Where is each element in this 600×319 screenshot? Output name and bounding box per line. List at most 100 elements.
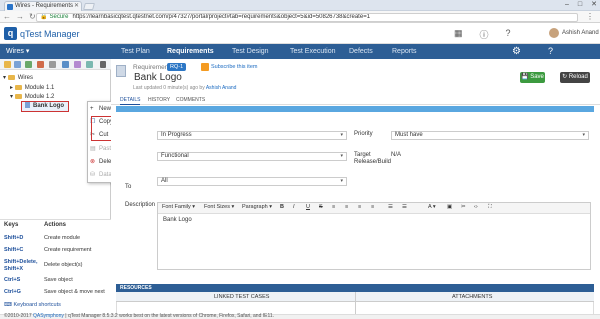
tab-details[interactable]: DETAILS bbox=[120, 97, 141, 105]
new-tab-button[interactable] bbox=[83, 3, 95, 10]
keyboard-shortcuts-link[interactable]: ⌨ Keyboard shortcuts bbox=[4, 302, 61, 308]
align-right-icon[interactable]: ≡ bbox=[358, 204, 361, 210]
collapse-toggle-icon[interactable]: ▾ bbox=[10, 94, 13, 100]
underline-icon[interactable]: U bbox=[306, 204, 310, 210]
nav-requirements[interactable]: Requirements bbox=[167, 48, 214, 55]
minimize-icon[interactable]: – bbox=[565, 0, 569, 11]
align-left-icon[interactable]: ≡ bbox=[332, 204, 335, 210]
description-label: Description bbox=[125, 202, 156, 208]
target-release-label: Target Release/Build bbox=[354, 152, 392, 165]
chevron-down-icon: ▾ bbox=[582, 132, 585, 138]
text-color-icon[interactable]: A ▾ bbox=[428, 204, 436, 210]
avatar[interactable] bbox=[549, 28, 559, 38]
font-size-dropdown[interactable]: Font Sizes ▾ bbox=[204, 204, 234, 210]
requirement-icon bbox=[25, 102, 30, 109]
save-icon: 💾 bbox=[521, 74, 531, 80]
maximize-icon[interactable]: □ bbox=[578, 0, 582, 11]
gear-icon[interactable]: ⚙ bbox=[512, 46, 521, 57]
actions-header: Actions bbox=[44, 222, 67, 228]
requirement-title[interactable]: Bank Logo bbox=[134, 72, 182, 83]
tree-module-1-1[interactable]: ▸ Module 1.1 bbox=[10, 84, 54, 91]
refresh-tree-icon[interactable] bbox=[62, 61, 69, 68]
collapse-toggle-icon[interactable]: ▾ bbox=[3, 75, 6, 81]
key-row: Shift+Delete, Shift+X Delete object(s) bbox=[4, 259, 83, 272]
image-icon[interactable]: ▣ bbox=[447, 204, 452, 210]
data-query-icon: ⛁ bbox=[90, 172, 96, 178]
bullet-list-icon[interactable]: ☰ bbox=[388, 204, 393, 210]
description-text[interactable]: Bank Logo bbox=[163, 217, 192, 223]
reload-button[interactable]: ↻ Reload bbox=[560, 72, 590, 83]
reload-page-icon[interactable]: ↻ bbox=[29, 12, 36, 21]
info-icon[interactable]: ⓘ bbox=[480, 28, 489, 41]
app-logo[interactable]: q qTest Manager bbox=[4, 27, 80, 40]
keys-header: Keys bbox=[4, 222, 19, 228]
close-window-icon[interactable]: ✕ bbox=[591, 0, 597, 11]
bold-icon[interactable]: B bbox=[280, 204, 284, 210]
new-module-icon[interactable] bbox=[4, 61, 11, 68]
priority-label: Priority bbox=[354, 131, 373, 137]
target-release-value: N/A bbox=[391, 152, 402, 158]
paste-icon: ▤ bbox=[90, 146, 96, 152]
nav-reports[interactable]: Reports bbox=[392, 48, 417, 55]
italic-icon[interactable]: I bbox=[293, 204, 295, 210]
font-family-dropdown[interactable]: Font Family ▾ bbox=[162, 204, 195, 210]
last-updated: Last updated 0 minute(s) ago by Ashish A… bbox=[133, 85, 237, 91]
panel-toggle-icon[interactable] bbox=[100, 61, 106, 68]
paragraph-dropdown[interactable]: Paragraph ▾ bbox=[242, 204, 272, 210]
project-selector[interactable]: Wires ▾ bbox=[6, 47, 29, 55]
import-icon[interactable] bbox=[25, 61, 32, 68]
help-icon[interactable]: ? bbox=[506, 28, 511, 41]
resources-title: RESOURCES bbox=[120, 285, 152, 291]
expand-icon[interactable] bbox=[74, 61, 81, 68]
browser-menu-icon[interactable]: ⋮ bbox=[586, 12, 594, 21]
apps-grid-icon[interactable]: ▦ bbox=[454, 28, 463, 41]
nav-test-plan[interactable]: Test Plan bbox=[121, 48, 150, 55]
tab-history[interactable]: HISTORY bbox=[148, 97, 170, 103]
folder-icon bbox=[14, 84, 22, 90]
nav-defects[interactable]: Defects bbox=[349, 48, 373, 55]
fullscreen-icon[interactable]: ⛶ bbox=[488, 204, 492, 211]
close-tab-icon[interactable]: ✕ bbox=[74, 2, 79, 11]
numbered-list-icon[interactable]: ☰ bbox=[402, 204, 407, 210]
user-name[interactable]: Ashish Anand bbox=[562, 30, 599, 36]
url-input[interactable]: 🔒 Secure https://learnbasicqtest.qtestnet.… bbox=[36, 13, 578, 22]
folder-icon bbox=[7, 74, 15, 80]
priority-select[interactable]: Must have ▾ bbox=[391, 131, 589, 140]
back-icon[interactable]: ← bbox=[3, 12, 11, 21]
forward-icon[interactable]: → bbox=[16, 12, 24, 21]
type-select[interactable]: Functional ▾ bbox=[157, 152, 347, 161]
last-updated-user[interactable]: Ashish Anand bbox=[206, 85, 237, 91]
status-select[interactable]: In Progress ▾ bbox=[157, 131, 347, 140]
browser-tab[interactable]: Wires - Requirements ✕ bbox=[4, 1, 82, 11]
align-justify-icon[interactable]: ≡ bbox=[371, 204, 374, 210]
delete-toolbar-icon[interactable] bbox=[37, 61, 44, 68]
tree-item-bank-logo[interactable]: Bank Logo bbox=[21, 101, 69, 112]
help-circle-icon[interactable]: ? bbox=[548, 46, 553, 56]
app-logo-text: qTest Manager bbox=[20, 28, 80, 39]
url-text: https://learnbasicqtest.qtestnet.com/p/4… bbox=[72, 14, 371, 20]
delete-icon: ⊗ bbox=[90, 159, 96, 165]
collapse-icon[interactable] bbox=[86, 61, 93, 68]
expand-toggle-icon[interactable]: ▸ bbox=[10, 85, 13, 91]
new-requirement-icon[interactable] bbox=[14, 61, 21, 68]
strikethrough-icon[interactable]: S bbox=[319, 204, 323, 210]
requirement-id-badge[interactable]: RQ-1 bbox=[167, 63, 187, 71]
resources-bar: RESOURCES bbox=[116, 284, 594, 292]
save-button[interactable]: 💾 Save bbox=[520, 72, 545, 83]
tree-module-1-2[interactable]: ▾ Module 1.2 bbox=[10, 93, 54, 100]
tab-comments[interactable]: COMMENTS bbox=[176, 97, 205, 103]
link-icon[interactable]: ✂ bbox=[461, 204, 466, 210]
nav-test-execution[interactable]: Test Execution bbox=[290, 48, 336, 55]
nav-test-design[interactable]: Test Design bbox=[232, 48, 269, 55]
resources-divider bbox=[355, 292, 356, 314]
align-center-icon[interactable]: ≡ bbox=[345, 204, 348, 210]
footer-text: ©2010-2017 QASymphony | qTest Manager 8.… bbox=[4, 313, 275, 319]
subscribe-link[interactable]: Subscribe this item bbox=[211, 64, 257, 70]
code-icon[interactable]: ‹› bbox=[474, 204, 478, 210]
assigned-to-select[interactable]: All ▾ bbox=[157, 177, 347, 186]
tree-root[interactable]: ▾ Wires bbox=[3, 74, 33, 81]
browser-nav-buttons: ← → ↻ bbox=[3, 12, 36, 21]
qasymphony-link[interactable]: QASymphony bbox=[33, 313, 64, 319]
rss-icon[interactable] bbox=[201, 63, 209, 71]
filter-icon[interactable] bbox=[49, 61, 56, 68]
